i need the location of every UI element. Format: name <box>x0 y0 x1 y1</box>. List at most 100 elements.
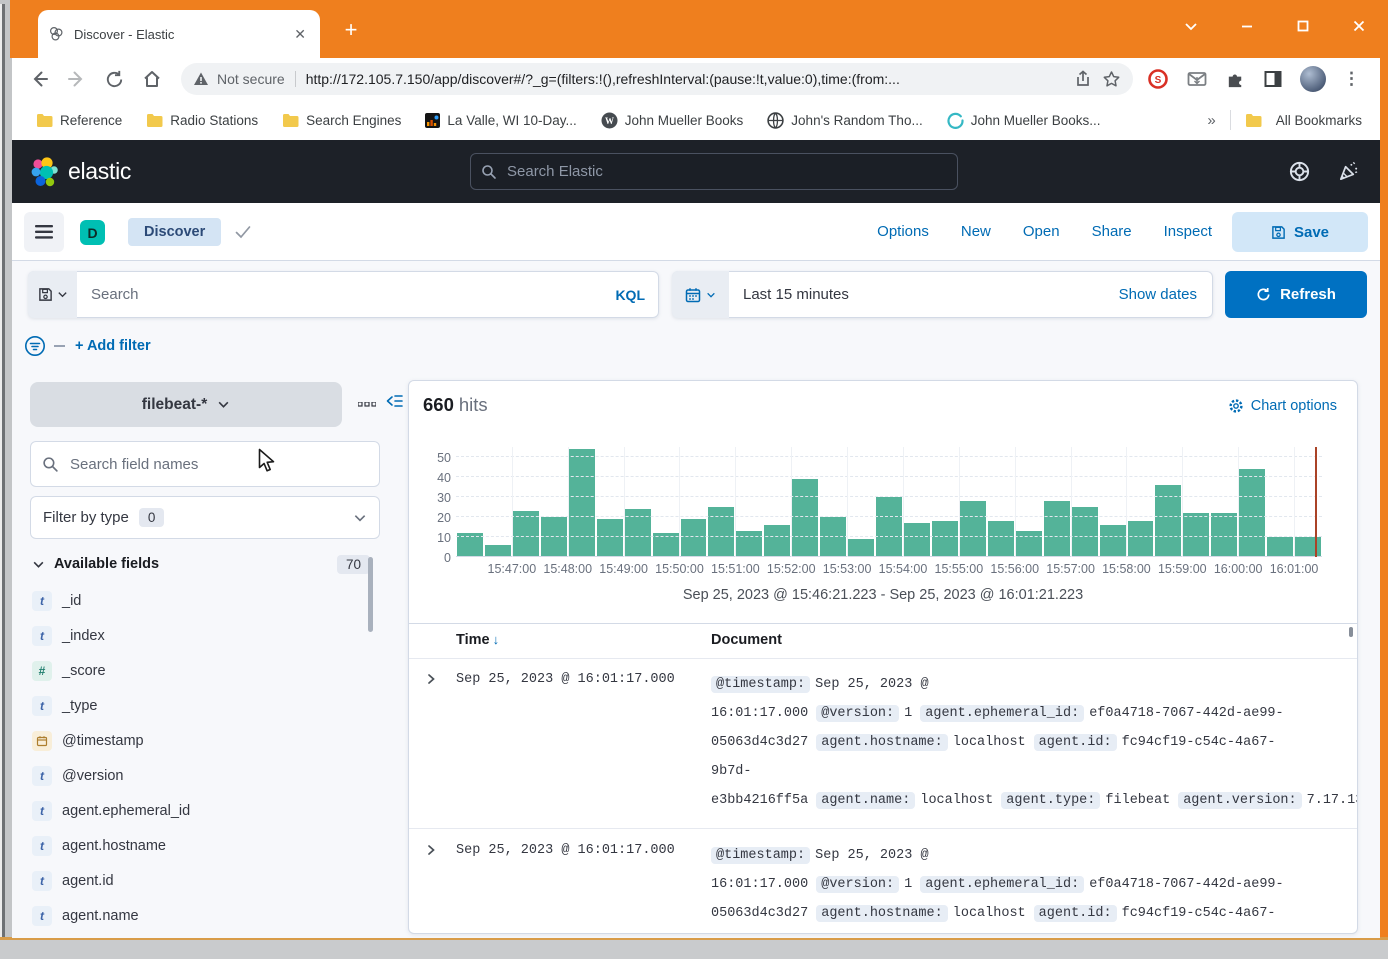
browser-menu-kebab-icon[interactable]: ⋮ <box>1343 69 1360 89</box>
breadcrumb-discover[interactable]: Discover <box>128 218 221 246</box>
refresh-button[interactable]: Refresh <box>1225 271 1367 318</box>
main-menu-button[interactable] <box>24 212 64 252</box>
profile-avatar[interactable] <box>1300 66 1326 92</box>
bookmark-la-valle-wi-10-day[interactable]: La Valle, WI 10-Day... <box>425 113 576 128</box>
reload-icon[interactable] <box>104 69 125 90</box>
mail-extension-icon[interactable] <box>1186 68 1208 90</box>
histogram-bar[interactable] <box>513 511 539 557</box>
table-scrollbar[interactable] <box>1349 627 1353 637</box>
histogram-bar[interactable] <box>848 539 874 557</box>
histogram-bar[interactable] <box>1016 531 1042 557</box>
histogram-bar[interactable] <box>736 531 762 557</box>
back-icon[interactable] <box>28 68 50 90</box>
browser-tab[interactable]: Discover - Elastic ✕ <box>38 10 320 58</box>
all-bookmarks-label[interactable]: All Bookmarks <box>1276 113 1362 128</box>
toolbar-link-open[interactable]: Open <box>1023 223 1060 240</box>
expand-row-icon[interactable] <box>425 673 437 685</box>
field-item-agent-hostname[interactable]: tagent.hostname <box>32 828 362 863</box>
histogram-bar[interactable] <box>932 521 958 557</box>
field-item-score[interactable]: #_score <box>32 653 362 688</box>
toolbar-link-inspect[interactable]: Inspect <box>1164 223 1212 240</box>
field-search-input[interactable] <box>68 455 368 474</box>
histogram-bar[interactable] <box>988 521 1014 557</box>
bookmark-star-icon[interactable] <box>1102 70 1121 89</box>
bookmark-john-s-random-tho[interactable]: John's Random Tho... <box>767 112 922 129</box>
filter-circle-icon[interactable] <box>24 335 46 357</box>
tab-close-icon[interactable]: ✕ <box>290 26 310 43</box>
bookmarks-overflow-icon[interactable]: » <box>1207 112 1215 129</box>
field-item-index[interactable]: t_index <box>32 618 362 653</box>
available-fields-header[interactable]: Available fields 70 <box>32 552 378 576</box>
bookmark-radio-stations[interactable]: Radio Stations <box>146 113 258 128</box>
query-language-button[interactable]: KQL <box>615 287 659 303</box>
bookmark-john-mueller-books[interactable]: WJohn Mueller Books <box>601 112 744 129</box>
field-item-agent-name[interactable]: tagent.name <box>32 898 362 933</box>
sort-descending-icon[interactable]: ↓ <box>493 632 500 647</box>
histogram-bar[interactable] <box>1072 507 1098 557</box>
histogram-bar[interactable] <box>1128 521 1154 557</box>
collapse-sidebar-icon[interactable] <box>385 393 403 409</box>
expand-row-icon[interactable] <box>425 844 437 856</box>
forward-icon[interactable] <box>66 68 88 90</box>
password-extension-icon[interactable]: S <box>1147 68 1169 90</box>
histogram-bar[interactable] <box>1295 537 1321 557</box>
histogram-bar[interactable] <box>708 507 734 557</box>
histogram-bar[interactable] <box>904 523 930 557</box>
home-icon[interactable] <box>141 68 163 90</box>
index-pattern-select[interactable]: filebeat-* <box>30 382 342 427</box>
toolbar-link-new[interactable]: New <box>961 223 991 240</box>
save-button[interactable]: Save <box>1232 212 1368 252</box>
field-item-id[interactable]: t_id <box>32 583 362 618</box>
histogram-bar[interactable] <box>1100 525 1126 557</box>
show-dates-button[interactable]: Show dates <box>1119 286 1197 303</box>
window-maximize-icon[interactable] <box>1288 11 1318 41</box>
field-item-timestamp[interactable]: @timestamp <box>32 723 362 758</box>
window-minimize-icon[interactable] <box>1232 11 1262 41</box>
histogram-bar[interactable] <box>597 519 623 557</box>
histogram-bar[interactable] <box>681 519 707 557</box>
global-search[interactable] <box>470 153 958 190</box>
bookmark-search-engines[interactable]: Search Engines <box>282 113 401 128</box>
histogram-bar[interactable] <box>1211 513 1237 557</box>
elastic-logo[interactable]: elastic <box>30 157 131 187</box>
sidebar-panel-icon[interactable] <box>1263 69 1283 89</box>
url-text[interactable]: http://172.105.7.150/app/discover#/?_g=(… <box>306 71 1064 87</box>
add-filter-button[interactable]: + Add filter <box>75 338 151 354</box>
new-tab-button[interactable]: + <box>338 18 364 44</box>
histogram-bar[interactable] <box>792 479 818 557</box>
saved-query-menu-button[interactable] <box>28 271 77 318</box>
extensions-puzzle-icon[interactable] <box>1225 69 1246 90</box>
time-range-value[interactable]: Last 15 minutes <box>743 286 1119 303</box>
newsfeed-party-icon[interactable] <box>1337 160 1360 183</box>
histogram-bar[interactable] <box>1044 501 1070 557</box>
date-quick-select-button[interactable] <box>672 271 729 318</box>
toolbar-link-options[interactable]: Options <box>877 223 929 240</box>
chart-options-button[interactable]: Chart options <box>1228 398 1337 414</box>
histogram-bar[interactable] <box>764 525 790 557</box>
field-item-agent-id[interactable]: tagent.id <box>32 863 362 898</box>
window-close-icon[interactable] <box>1344 11 1374 41</box>
time-column-header[interactable]: Time↓ <box>456 632 499 648</box>
field-item-version[interactable]: t@version <box>32 758 362 793</box>
toolbar-link-share[interactable]: Share <box>1092 223 1132 240</box>
histogram-bar[interactable] <box>541 517 567 557</box>
histogram-bar[interactable] <box>960 501 986 557</box>
histogram-bar[interactable] <box>1183 513 1209 557</box>
window-chevron-icon[interactable] <box>1176 11 1206 41</box>
global-search-input[interactable] <box>505 162 947 181</box>
query-search-input[interactable] <box>77 286 615 303</box>
share-icon[interactable] <box>1074 70 1092 88</box>
field-search[interactable] <box>30 441 380 487</box>
sidebar-scrollbar[interactable] <box>368 557 373 632</box>
histogram-bar[interactable] <box>876 497 902 557</box>
index-options-boxes-icon[interactable] <box>355 395 379 413</box>
field-item-agent-ephemeral-id[interactable]: tagent.ephemeral_id <box>32 793 362 828</box>
histogram-bar[interactable] <box>1267 537 1293 557</box>
histogram-bar[interactable] <box>569 449 595 557</box>
histogram-bar[interactable] <box>1239 469 1265 557</box>
bookmark-john-mueller-books[interactable]: John Mueller Books... <box>947 112 1101 129</box>
field-item-type[interactable]: t_type <box>32 688 362 723</box>
space-avatar[interactable]: D <box>80 220 105 245</box>
filter-by-type-select[interactable]: Filter by type 0 <box>30 496 380 539</box>
help-lifering-icon[interactable] <box>1288 160 1311 183</box>
